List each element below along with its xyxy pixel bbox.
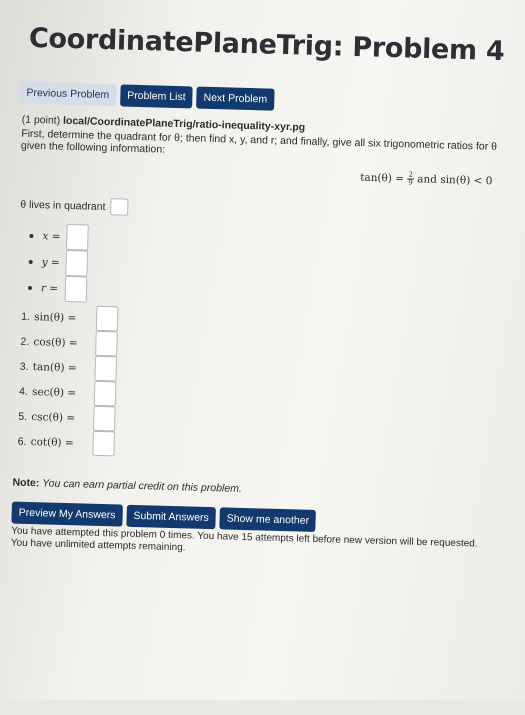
- note-label: Note:: [12, 476, 40, 490]
- xyr-list: x = y = r =: [27, 223, 89, 303]
- quadrant-label: θ lives in quadrant: [20, 198, 106, 213]
- csc-input[interactable]: [93, 405, 116, 432]
- item-number: 5.: [18, 410, 28, 423]
- problem-nav: Previous Problem Problem List Next Probl…: [19, 81, 275, 111]
- cot-input[interactable]: [92, 430, 116, 457]
- sin-condition: and sin(θ) < 0: [417, 173, 493, 188]
- problem-list-button[interactable]: Problem List: [119, 84, 193, 109]
- list-item: 2. cos(θ) =: [20, 329, 118, 357]
- x-label: x =: [42, 230, 61, 243]
- bullet-icon: [29, 233, 34, 239]
- y-label: y =: [41, 256, 60, 269]
- show-another-button[interactable]: Show me another: [219, 507, 317, 533]
- y-input[interactable]: [65, 249, 89, 277]
- fraction: 2 9: [407, 170, 415, 187]
- list-item: 4. sec(θ) =: [19, 379, 117, 407]
- list-item: 5. csc(θ) =: [18, 404, 116, 432]
- item-number: 3.: [19, 360, 29, 373]
- cot-label: cot(θ) =: [30, 435, 74, 449]
- sin-label: sin(θ) =: [34, 310, 77, 324]
- sec-label: sec(θ) =: [31, 385, 77, 399]
- item-number: 2.: [20, 335, 30, 348]
- webwork-page: CoordinatePlaneTrig: Problem 4 Previous …: [0, 0, 525, 715]
- r-input[interactable]: [64, 275, 88, 303]
- quadrant-input[interactable]: [110, 198, 129, 216]
- bullet-icon: [27, 285, 33, 291]
- item-number: 1.: [21, 310, 31, 323]
- x-input[interactable]: [66, 223, 89, 251]
- cos-input[interactable]: [95, 330, 118, 357]
- fraction-denominator: 9: [408, 178, 413, 187]
- r-label: r =: [40, 282, 59, 295]
- given-equation: tan(θ) = 2 9 and sin(θ) < 0: [360, 170, 493, 189]
- quadrant-row: θ lives in quadrant: [20, 196, 129, 216]
- list-item: y =: [28, 249, 89, 277]
- csc-label: csc(θ) =: [31, 410, 76, 424]
- list-item: 1. sin(θ) =: [21, 304, 119, 332]
- list-item: x =: [29, 223, 89, 251]
- cos-label: cos(θ) =: [33, 335, 78, 349]
- points-label: (1 point): [21, 113, 61, 127]
- list-item: 3. tan(θ) =: [19, 354, 118, 382]
- sec-input[interactable]: [93, 380, 117, 407]
- trig-ratio-list: 1. sin(θ) = 2. cos(θ) = 3. tan(θ) = 4. s…: [17, 304, 119, 457]
- item-number: 6.: [17, 435, 27, 448]
- previous-problem-button[interactable]: Previous Problem: [19, 81, 117, 107]
- bullet-icon: [28, 259, 33, 265]
- next-problem-button[interactable]: Next Problem: [196, 86, 275, 111]
- tan-prefix: tan(θ) =: [360, 171, 408, 185]
- page-title: CoordinatePlaneTrig: Problem 4: [28, 22, 505, 68]
- partial-credit-note: Note: You can earn partial credit on thi…: [12, 477, 242, 495]
- tan-input[interactable]: [94, 355, 118, 382]
- item-number: 4.: [18, 385, 29, 398]
- list-item: 6. cot(θ) =: [17, 429, 116, 457]
- tan-label: tan(θ) =: [32, 360, 77, 374]
- preview-answers-button[interactable]: Preview My Answers: [11, 501, 123, 527]
- note-text: You can earn partial credit on this prob…: [42, 477, 243, 495]
- list-item: r =: [27, 275, 88, 303]
- sin-input[interactable]: [95, 305, 119, 332]
- submit-answers-button[interactable]: Submit Answers: [126, 504, 217, 530]
- problem-instructions: First, determine the quadrant for θ; the…: [20, 127, 498, 156]
- attempt-status: You have attempted this problem 0 times.…: [11, 526, 478, 563]
